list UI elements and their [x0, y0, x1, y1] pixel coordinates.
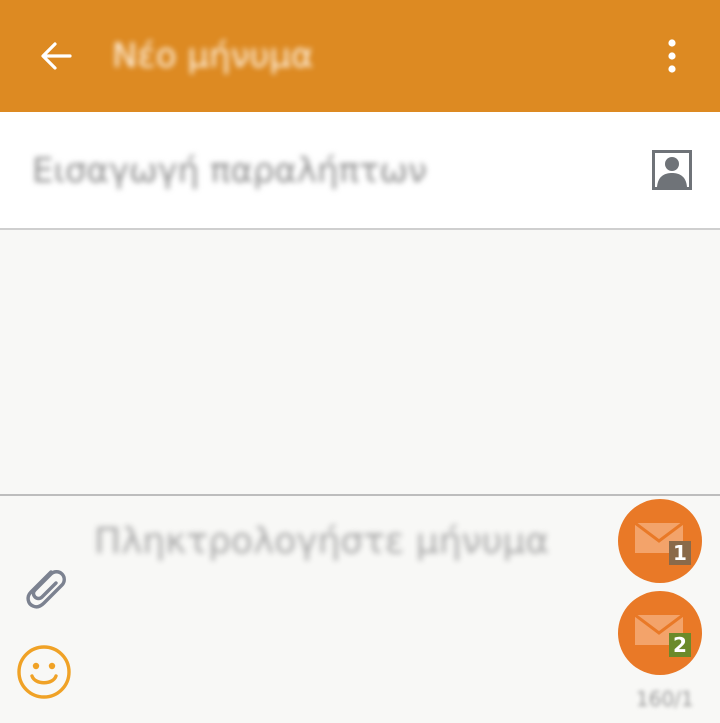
app-bar: Νέο μήνυμα	[0, 0, 720, 112]
sim-1-badge: 1	[673, 541, 687, 565]
back-button[interactable]	[34, 34, 78, 78]
smiley-icon	[17, 645, 71, 699]
page-title: Νέο μήνυμα	[112, 36, 314, 76]
contacts-button[interactable]	[652, 150, 692, 190]
recipient-input[interactable]: Εισαγωγή παραλήπτων	[32, 148, 427, 194]
contact-icon	[652, 150, 692, 190]
message-input[interactable]: Πληκτρολογήστε μήνυμα	[94, 518, 549, 566]
character-counter: 160/1	[636, 687, 694, 711]
recipients-bar: Εισαγωγή παραλήπτων	[0, 112, 720, 230]
sim-2-badge: 2	[673, 633, 687, 657]
more-vertical-icon	[668, 39, 676, 73]
emoji-button[interactable]	[16, 644, 72, 700]
send-sim1-button[interactable]: 1	[618, 499, 702, 583]
paperclip-icon	[26, 570, 66, 609]
compose-area: Πληκτρολογήστε μήνυμα 1 2 160/1	[0, 496, 720, 723]
send-sim2-button[interactable]: 2	[618, 591, 702, 675]
more-options-button[interactable]	[652, 34, 692, 78]
attach-button[interactable]	[18, 562, 72, 616]
arrow-left-icon	[41, 42, 72, 70]
message-thread-area	[0, 230, 720, 496]
